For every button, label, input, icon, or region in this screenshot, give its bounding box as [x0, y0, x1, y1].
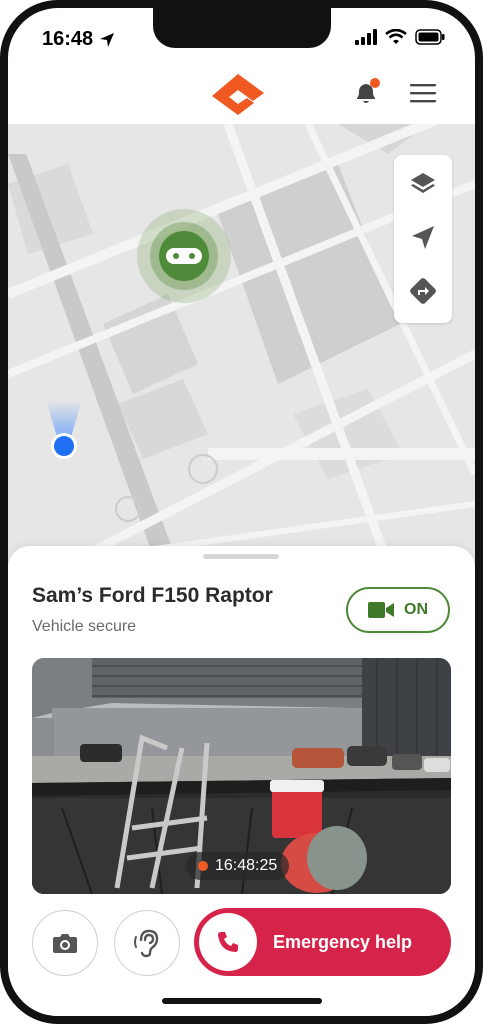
battery-icon [415, 29, 445, 45]
status-bar-icons [355, 29, 445, 45]
wifi-icon [385, 29, 407, 44]
sheet-drag-handle[interactable] [203, 554, 279, 559]
directions-icon[interactable] [408, 276, 438, 306]
vehicle-name: Sam’s Ford F150 Raptor [32, 584, 273, 607]
vehicle-sheet: Sam’s Ford F150 Raptor Vehicle secure ON [8, 546, 475, 1016]
video-camera-icon [368, 602, 394, 618]
timestamp-text: 16:48:25 [215, 857, 278, 874]
map-view[interactable] [8, 124, 475, 564]
vehicle-status: Vehicle secure [32, 618, 137, 635]
recording-timestamp: 16:48:25 [186, 852, 290, 880]
emergency-help-label: Emergency help [273, 931, 413, 952]
map-controls [394, 155, 452, 323]
hamburger-menu-icon[interactable] [410, 82, 436, 104]
camera-toggle-button[interactable]: ON [346, 587, 450, 633]
time-text: 16:48 [42, 28, 94, 50]
status-bar-time: 16:48 [42, 28, 115, 51]
phone-icon-circle [199, 913, 257, 971]
notification-bell-icon[interactable] [351, 78, 381, 108]
recording-dot [198, 861, 208, 871]
app-screen: 16:48 Sam’s Ford F150 Raptor Vehicle sec… [8, 8, 475, 1016]
home-indicator [162, 998, 322, 1004]
vehicle-marker-icon[interactable] [136, 208, 232, 304]
user-location-icon [46, 400, 82, 459]
notch [153, 8, 331, 48]
listen-ear-icon [134, 929, 159, 958]
snapshot-button[interactable] [32, 910, 98, 976]
camera-icon [53, 934, 77, 953]
app-header [8, 64, 475, 124]
listen-button[interactable] [114, 910, 180, 976]
layers-icon[interactable] [408, 169, 438, 199]
emergency-help-button[interactable]: Emergency help [194, 908, 451, 976]
location-arrow-icon [100, 32, 115, 47]
navigation-arrow-icon[interactable] [408, 223, 438, 253]
cellular-signal-icon [355, 29, 377, 45]
camera-toggle-label: ON [404, 601, 428, 618]
phone-icon [218, 932, 238, 952]
brand-logo [212, 74, 264, 115]
phone-frame: 16:48 Sam’s Ford F150 Raptor Vehicle sec… [0, 0, 483, 1024]
live-camera-feed[interactable]: 16:48:25 [32, 658, 451, 894]
